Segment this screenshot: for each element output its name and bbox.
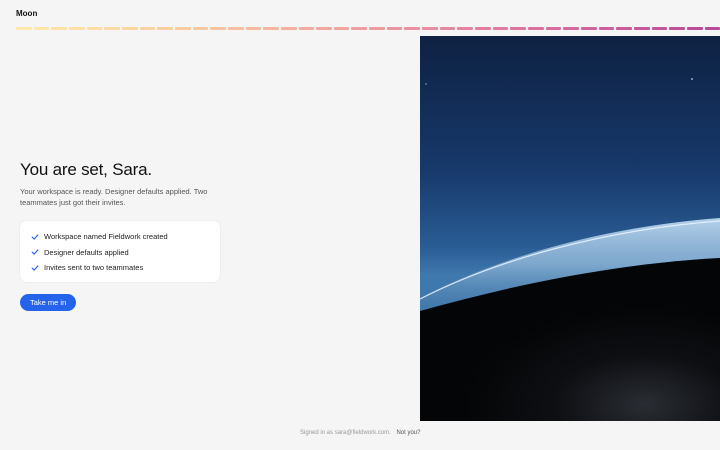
completion-panel: You are set, Sara. Your workspace is rea… [20, 160, 240, 311]
progress-segment [598, 27, 615, 30]
checklist-item-defaults: Designer defaults applied [30, 245, 210, 261]
progress-segment [439, 27, 456, 30]
progress-segment [633, 27, 650, 30]
progress-segment [333, 27, 350, 30]
progress-segment [581, 27, 597, 30]
earth-horizon-image [420, 36, 720, 421]
progress-segment [316, 27, 332, 30]
progress-segment [298, 27, 315, 30]
progress-segment [369, 27, 385, 30]
progress-segment [192, 27, 209, 30]
progress-segment [227, 27, 244, 30]
progress-segment [422, 27, 438, 30]
progress-segment [386, 27, 403, 30]
progress-segment [704, 27, 720, 30]
progress-segment [51, 27, 67, 30]
check-icon [30, 248, 39, 257]
progress-segment [86, 27, 103, 30]
checklist-item-workspace: Workspace named Fieldwork created [30, 229, 210, 245]
progress-segment [16, 27, 32, 30]
progress-segment [563, 27, 579, 30]
checklist-item-invites: Invites sent to two teammates [30, 260, 210, 276]
progress-segment [492, 27, 509, 30]
take-me-in-button[interactable]: Take me in [20, 293, 77, 311]
page-subtitle: Your workspace is ready. Designer defaul… [20, 187, 208, 207]
progress-segment [139, 27, 156, 30]
progress-segment [669, 27, 685, 30]
progress-segment [528, 27, 544, 30]
earth-from-space-illustration [420, 36, 720, 421]
checklist-item-label: Invites sent to two teammates [44, 263, 144, 273]
progress-segment [616, 27, 632, 30]
progress-segment [404, 27, 421, 30]
progress-segment [121, 27, 138, 30]
progress-segment [457, 27, 474, 30]
check-icon [30, 263, 39, 272]
progress-segment [157, 27, 173, 30]
progress-segment [174, 27, 191, 30]
checklist-item-label: Designer defaults applied [44, 247, 129, 257]
onboarding-progress-bar [16, 27, 720, 30]
progress-segment [545, 27, 562, 30]
progress-segment [68, 27, 85, 30]
progress-segment [686, 27, 703, 30]
check-icon [30, 232, 39, 241]
progress-segment [33, 27, 50, 30]
brand-logo-text: Moon [16, 9, 38, 18]
signed-in-footer: Signed in as sara@fieldwork.com. Not you… [300, 430, 420, 436]
progress-segment [280, 27, 297, 30]
progress-segment [351, 27, 368, 30]
not-you-link[interactable]: Not you? [396, 430, 420, 436]
progress-segment [263, 27, 279, 30]
completion-checklist: Workspace named Fieldwork created Design… [20, 221, 220, 282]
progress-segment [475, 27, 491, 30]
progress-segment [245, 27, 262, 30]
progress-segment [210, 27, 226, 30]
checklist-item-label: Workspace named Fieldwork created [44, 232, 168, 242]
page-title: You are set, Sara. [20, 160, 152, 179]
progress-segment [651, 27, 668, 30]
signed-in-text: Signed in as sara@fieldwork.com. [300, 430, 391, 436]
progress-segment [104, 27, 120, 30]
progress-segment [510, 27, 527, 30]
